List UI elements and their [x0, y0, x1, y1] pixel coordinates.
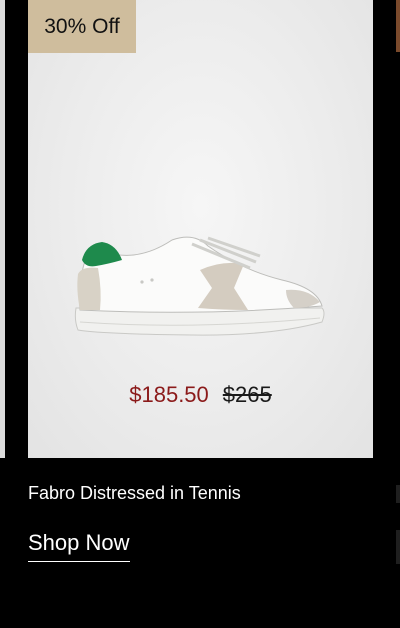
previous-card-peek[interactable] [0, 0, 5, 458]
product-name[interactable]: Fabro Distressed in Tennis [28, 483, 241, 504]
next-card-peek[interactable] [396, 0, 400, 52]
price-row: $185.50 $265 [28, 382, 373, 408]
next-card-text-peek [396, 485, 400, 503]
shop-now-link[interactable]: Shop Now [28, 530, 130, 562]
next-card-link-peek [396, 530, 400, 564]
original-price: $265 [222, 382, 272, 407]
sneaker-image[interactable] [72, 230, 328, 340]
sale-price: $185.50 [129, 382, 209, 407]
product-card[interactable]: 30% Off $185.50 $265 [28, 0, 373, 458]
discount-badge: 30% Off [28, 0, 136, 53]
